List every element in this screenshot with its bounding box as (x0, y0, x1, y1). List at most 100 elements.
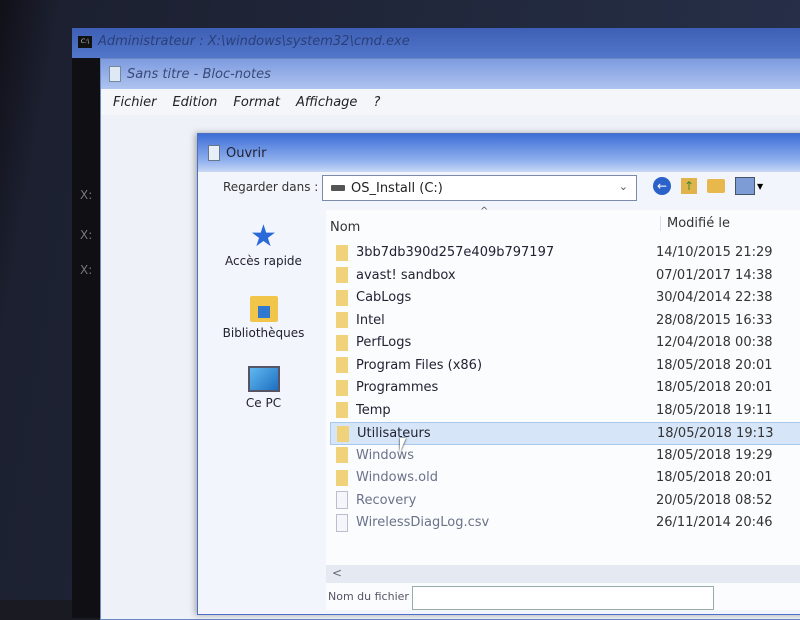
view-menu-icon (735, 177, 755, 195)
folder-icon (336, 267, 348, 283)
cmd-console: X: X: X: (72, 58, 102, 618)
folder-icon (336, 289, 348, 306)
file-modified: 07/01/2017 14:38 (656, 267, 773, 283)
menu-format[interactable]: Format (233, 95, 280, 110)
folder-icon (336, 379, 348, 396)
up-folder-icon[interactable]: ↑ (681, 178, 697, 194)
cmd-icon: C:\ (78, 35, 92, 48)
file-modified: 18/05/2018 19:11 (656, 402, 773, 418)
cmd-title: Administrateur : X:\windows\system32\cmd… (98, 34, 410, 49)
file-row[interactable]: Windows.old 18/05/2018 20:01 (330, 467, 800, 488)
nav-this-pc[interactable]: Ce PC (206, 366, 321, 410)
look-in-dropdown[interactable]: OS_Install (C:) ⌄ (322, 175, 637, 201)
file-row[interactable]: CabLogs 30/04/2014 22:38 (330, 287, 800, 308)
cmd-line: X: (80, 263, 93, 277)
menu-help[interactable]: ? (373, 95, 380, 110)
filename-input[interactable] (412, 586, 714, 610)
file-icon (336, 513, 348, 532)
file-name: Recovery (356, 492, 417, 508)
file-list: ^ Nom Modifié le 3bb7db390d257e409b79719… (326, 206, 800, 610)
open-dialog: Ouvrir Regarder dans : OS_Install (C:) ⌄… (197, 133, 800, 615)
drive-icon (331, 185, 345, 191)
file-modified: 14/10/2015 21:29 (656, 245, 773, 260)
computer-icon (247, 366, 280, 392)
nav-label: Bibliothèques (222, 326, 305, 340)
file-row[interactable]: Intel 28/08/2015 16:33 (330, 310, 800, 331)
file-row[interactable]: PerfLogs 12/04/2018 00:38 (330, 332, 800, 353)
filename-label: Nom du fichier : (328, 590, 417, 603)
folder-icon (336, 402, 348, 418)
dialog-icon (208, 145, 220, 161)
cmd-title-bar: C:\ Administrateur : X:\windows\system32… (78, 34, 410, 49)
notepad-title: Sans titre - Bloc-notes (127, 66, 271, 82)
column-name[interactable]: Nom (330, 220, 360, 235)
look-in-label: Regarder dans : (223, 180, 319, 194)
cmd-line: X: (80, 228, 93, 242)
menu-edition[interactable]: Edition (172, 95, 217, 110)
file-row[interactable]: Programmes 18/05/2018 20:01 (330, 377, 800, 398)
nav-label: Ce PC (245, 396, 282, 410)
chevron-down-icon: ⌄ (618, 180, 628, 193)
file-modified: 30/04/2014 22:38 (656, 290, 773, 305)
file-modified: 26/11/2014 20:46 (656, 515, 773, 530)
file-row[interactable]: 3bb7db390d257e409b797197 14/10/2015 21:29 (330, 242, 800, 263)
file-row[interactable]: Recovery 20/05/2018 08:52 (330, 490, 800, 511)
folder-icon (336, 447, 348, 463)
horizontal-scrollbar[interactable]: < (326, 565, 800, 583)
dialog-title: Ouvrir (226, 145, 267, 161)
nav-libraries[interactable]: Bibliothèques (206, 296, 321, 340)
caret-down-icon: ▼ (757, 181, 764, 191)
file-name: WirelessDiagLog.csv (356, 515, 490, 530)
file-modified: 28/08/2015 16:33 (656, 312, 773, 328)
dialog-title-bar: Ouvrir (198, 134, 800, 172)
notepad-title-bar: Sans titre - Bloc-notes (101, 59, 800, 89)
mouse-cursor-icon (400, 438, 406, 452)
folder-icon (336, 312, 348, 328)
cmd-line: X: (80, 188, 93, 202)
star-icon: ★ (250, 219, 277, 254)
places-bar: ★ Accès rapide Bibliothèques Ce PC (206, 214, 321, 544)
file-name: avast! sandbox (356, 267, 456, 283)
file-name: Intel (356, 312, 385, 328)
file-name: Windows.old (356, 470, 438, 485)
folder-icon (336, 334, 348, 351)
file-row[interactable]: WirelessDiagLog.csv 26/11/2014 20:46 (330, 512, 800, 533)
view-menu-button[interactable]: ▼ (735, 177, 763, 195)
file-name: 3bb7db390d257e409b797197 (356, 245, 555, 260)
dialog-toolbar: ← ↑ ▼ (653, 177, 763, 195)
nav-label: Accès rapide (225, 254, 302, 268)
column-modified[interactable]: Modifié le (660, 216, 730, 231)
notepad-icon (109, 66, 121, 82)
file-modified: 18/05/2018 20:01 (656, 357, 773, 373)
sort-ascending-icon: ^ (480, 206, 489, 217)
library-icon (249, 296, 278, 322)
file-name: Program Files (x86) (356, 357, 483, 373)
file-row[interactable]: avast! sandbox 07/01/2017 14:38 (330, 265, 800, 286)
menu-affichage[interactable]: Affichage (296, 95, 358, 110)
folder-icon (337, 425, 349, 442)
file-name: Temp (356, 402, 391, 418)
notepad-menu-bar: Fichier Edition Format Affichage ? (101, 89, 800, 115)
folder-icon (336, 244, 348, 261)
nav-quick-access[interactable]: ★ Accès rapide (206, 219, 321, 269)
list-header: ^ Nom Modifié le (326, 206, 800, 238)
look-in-value: OS_Install (C:) (351, 180, 443, 196)
file-modified: 18/05/2018 19:29 (656, 447, 773, 463)
back-icon[interactable]: ← (653, 177, 671, 195)
file-modified: 18/05/2018 19:13 (657, 426, 774, 441)
menu-fichier[interactable]: Fichier (113, 95, 156, 110)
folder-icon (336, 469, 348, 486)
file-row[interactable]: Program Files (x86) 18/05/2018 20:01 (330, 355, 800, 376)
file-modified: 18/05/2018 20:01 (656, 380, 773, 395)
file-modified: 12/04/2018 00:38 (656, 335, 773, 350)
scroll-left-icon[interactable]: < (332, 566, 342, 580)
folder-icon (336, 357, 348, 373)
file-modified: 18/05/2018 20:01 (656, 470, 773, 485)
file-name: Programmes (356, 380, 439, 395)
file-icon (336, 491, 348, 509)
file-modified: 20/05/2018 08:52 (656, 492, 773, 508)
new-folder-icon[interactable] (707, 179, 725, 193)
file-name: PerfLogs (356, 335, 412, 350)
file-name: CabLogs (356, 290, 412, 305)
file-row[interactable]: Temp 18/05/2018 19:11 (330, 400, 800, 421)
